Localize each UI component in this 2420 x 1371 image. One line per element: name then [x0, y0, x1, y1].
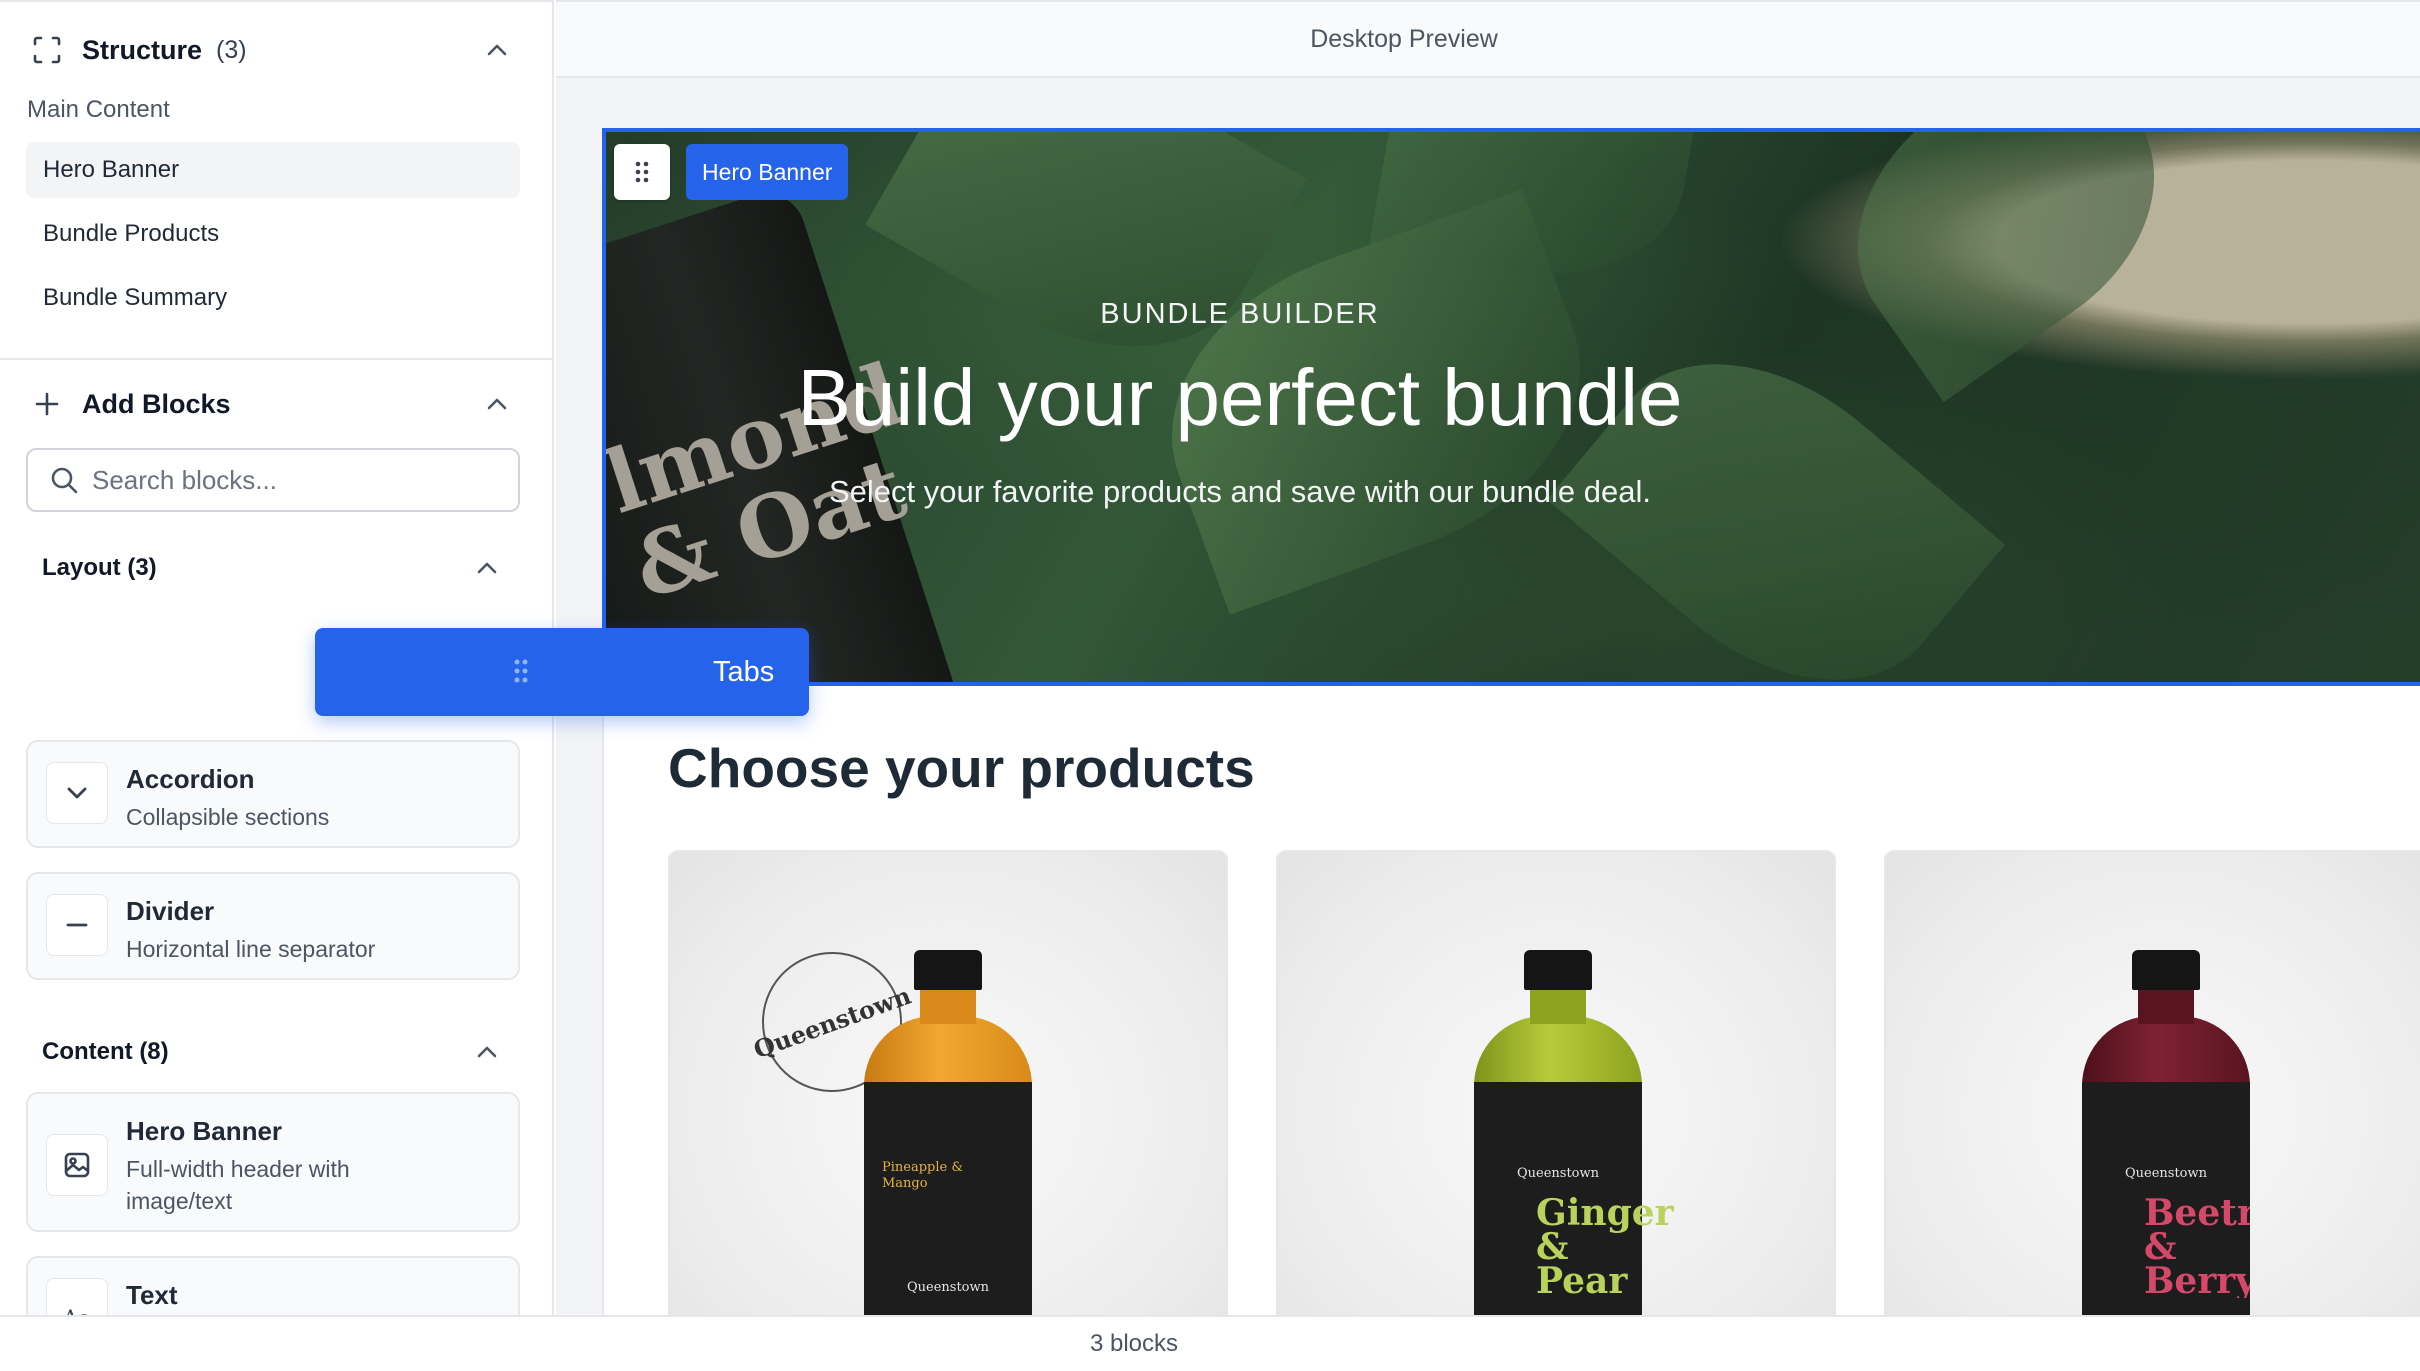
- chevron-down-icon: [46, 762, 108, 824]
- bottle-neck: [920, 988, 976, 1024]
- chevron-up-icon[interactable]: [482, 389, 512, 419]
- chevron-up-icon[interactable]: [472, 553, 502, 583]
- block-text: Divider Horizontal line separator: [126, 894, 375, 965]
- product-brand: Queenstown: [1516, 1166, 1599, 1181]
- block-title: Hero Banner: [126, 1116, 283, 1146]
- chevron-up-icon[interactable]: [482, 35, 512, 65]
- frame-icon: [30, 33, 64, 67]
- block-text: Text: [126, 1278, 178, 1311]
- minus-icon: [46, 894, 108, 956]
- layout-category-label: Layout (3): [42, 554, 157, 581]
- tree-item-bundle-summary[interactable]: Bundle Summary: [26, 270, 520, 326]
- tree-item-bundle-products[interactable]: Bundle Products: [26, 206, 520, 262]
- block-title: Divider: [126, 896, 215, 926]
- hero-content: BUNDLE BUILDER Build your perfect bundle…: [602, 128, 2420, 686]
- search-blocks-field[interactable]: [26, 448, 520, 512]
- product-bottle: Queenstown Ginger & Pear: [1474, 950, 1674, 1315]
- preview-title: Desktop Preview: [1310, 24, 1498, 53]
- block-text: Accordion Collapsible sections: [126, 762, 329, 833]
- image-icon: [46, 1134, 108, 1196]
- block-description: Collapsible sections: [126, 804, 330, 830]
- content-category-header[interactable]: Content (8): [42, 1032, 502, 1072]
- block-accordion[interactable]: Accordion Collapsible sections: [26, 740, 520, 848]
- product-flavor: Beetroot & Berry: [2144, 1196, 2250, 1298]
- bottle-cap: [914, 950, 982, 990]
- add-blocks-title: Add Blocks: [82, 388, 231, 419]
- product-flavor: Ginger & Pear: [1536, 1192, 1674, 1302]
- block-description: Full-width header with image/text: [126, 1156, 350, 1214]
- product-brand: Queenstown: [2124, 1166, 2207, 1181]
- bottle-neck: [1530, 988, 1586, 1024]
- block-divider[interactable]: Divider Horizontal line separator: [26, 872, 520, 980]
- layout-category-header[interactable]: Layout (3): [42, 548, 502, 588]
- structure-section-header[interactable]: Structure (3): [30, 30, 512, 70]
- content-category-label: Content (8): [42, 1038, 169, 1065]
- structure-count: (3): [216, 35, 247, 64]
- bottle-cap: [2132, 950, 2200, 990]
- bottle-neck: [2138, 988, 2194, 1024]
- search-icon: [48, 464, 80, 496]
- status-footer: 3 blocks: [0, 1315, 2420, 1371]
- product-card[interactable]: Queenstown Pineapple & Mango Queenstown: [668, 850, 1228, 1315]
- chevron-up-icon[interactable]: [472, 1037, 502, 1067]
- hero-title: Build your perfect bundle: [797, 353, 1683, 442]
- add-blocks-section-header[interactable]: Add Blocks: [30, 384, 512, 424]
- block-hero-banner[interactable]: Hero Banner Full-width header with image…: [26, 1092, 520, 1232]
- search-input[interactable]: [92, 464, 492, 496]
- plus-icon: [30, 387, 64, 421]
- bottle-cap: [1524, 950, 1592, 990]
- product-card[interactable]: Queenstown Beetroot & Berry: [1884, 850, 2420, 1315]
- drag-handle-button[interactable]: [614, 144, 670, 200]
- drag-handle-icon[interactable]: [513, 658, 529, 689]
- preview-toolbar: Desktop Preview: [556, 2, 2420, 78]
- tree-item-hero-banner[interactable]: Hero Banner: [26, 142, 520, 198]
- product-bottle: Pineapple & Mango Queenstown: [864, 950, 1032, 1315]
- text-icon: Aa: [46, 1278, 108, 1315]
- block-text-item[interactable]: Aa Text: [26, 1256, 520, 1315]
- hero-eyebrow: BUNDLE BUILDER: [1100, 298, 1380, 330]
- tree-item-label: Bundle Products: [43, 220, 220, 247]
- block-text: Hero Banner Full-width header with image…: [126, 1114, 426, 1217]
- structure-title: Structure: [82, 34, 203, 65]
- products-section-title: Choose your products: [668, 737, 1255, 799]
- block-description: Horizontal line separator: [126, 936, 376, 962]
- section-divider: [0, 358, 552, 360]
- block-title: Text: [126, 1280, 178, 1310]
- drag-ghost-label: Tabs: [713, 655, 775, 688]
- product-brand: Queenstown: [906, 1280, 989, 1295]
- main-content-group-label: Main Content: [27, 96, 170, 123]
- hero-block-toolbar: Hero Banner: [614, 144, 849, 200]
- block-count-status: 3 blocks: [1089, 1330, 1179, 1357]
- selected-block-tag[interactable]: Hero Banner: [686, 144, 849, 200]
- product-bottle: Queenstown Beetroot & Berry: [2082, 950, 2250, 1315]
- tree-item-label: Bundle Summary: [43, 284, 228, 311]
- block-title: Accordion: [126, 764, 255, 794]
- product-card[interactable]: Queenstown Ginger & Pear: [1276, 850, 1836, 1315]
- product-flavor: Pineapple & Mango: [882, 1160, 963, 1191]
- preview-area: Desktop Preview lmond & Oat Hero Banner …: [556, 0, 2420, 1315]
- tree-item-label: Hero Banner: [43, 156, 180, 183]
- dragging-block-tabs[interactable]: Tabs: [315, 628, 809, 716]
- hero-subtitle: Select your favorite products and save w…: [829, 474, 1651, 509]
